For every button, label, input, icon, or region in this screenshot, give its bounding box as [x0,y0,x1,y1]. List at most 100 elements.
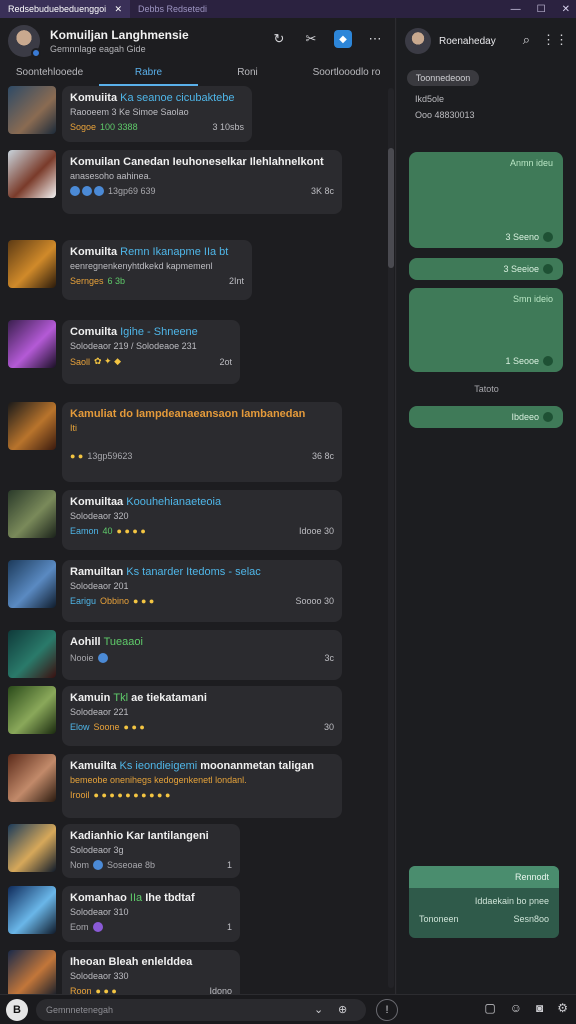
list-item[interactable]: Kamuilta Ks ieondieigemi moonanmetan tal… [8,754,342,818]
search-icon[interactable]: ⌕ [523,32,530,48]
info-icon[interactable]: ! [376,998,398,1021]
item-title-rest: Ihe tbdtaf [145,892,195,904]
left-tabs: Soontehlooede Rabre Roni Soortlooodlo ro [0,64,396,86]
item-meta-right: 2Int [228,276,244,286]
list-item[interactable]: Kamuliat do Iampdeanaeansaon Iambanedan … [8,402,342,482]
message-text: Anmn ideu [509,158,553,168]
message-card[interactable]: Rennodt Iddaekain bo pnee Tononeen Sesn8o… [409,866,559,938]
thumbnail-image [8,150,56,198]
thumbnail-image [8,886,56,934]
item-subtitle: anasesoho aahinea. [70,171,152,181]
chat-name[interactable]: Roenaheday [439,36,496,47]
item-subtitle: Solodeaor 310 [70,907,129,917]
scrollbar[interactable] [388,88,394,988]
sticker-icon[interactable]: ▢ [484,1001,495,1015]
maximize-icon[interactable]: ☐ [537,4,546,15]
item-title: Komuiltaa [70,496,124,508]
item-subtitle: Solodeaor 221 [70,707,129,717]
item-subtitle: Solodeaor 320 [70,511,129,521]
item-title: Ramuiltan [70,566,124,578]
item-title-highlight: Tkl [113,692,129,704]
item-subtitle: Solodeaor 219 / Solodeaoe 231 [70,341,197,351]
list-item[interactable]: Kamuin Tkl ae tiekatamani Solodeaor 221 … [8,686,342,746]
avatar[interactable] [8,25,41,58]
card-header: Rennodt [409,866,559,888]
item-subtitle: Solodeaor 201 [70,581,129,591]
minimize-icon[interactable]: — [511,4,521,15]
item-date: 13gp69 639 [108,186,156,196]
item-meta-right: 3 10sbs [212,122,244,132]
item-subtitle: Nooie [70,653,94,663]
item-title-rest: moonanmetan taligan [200,760,314,772]
page-title: Komuiljan Langhmensie [50,28,189,42]
thumbnail-image [8,490,56,538]
list-item[interactable]: Aohill Tueaaoi Nooie 3c [8,630,342,680]
message-time: 3 Seeno [505,232,539,242]
grid-icon[interactable]: ◆ [334,30,352,48]
list-item[interactable]: Comuilta Igihe - Shneene Solodeaor 219 /… [8,320,240,384]
tab-active[interactable]: Redsebuduebeduenggoi ✕ [0,0,130,18]
list-item[interactable]: Komuiltaa Koouhehianaeteoia Solodeaor 32… [8,490,342,550]
item-title-highlight: Ks tanarder Itedoms - selac [126,566,261,578]
settings-icon[interactable]: ⚙ [557,1001,568,1015]
community-list-panel: Komuiljan Langhmensie Gemnnlage eagah Gi… [0,18,396,994]
message-bubble[interactable]: Ibdeeo [409,406,563,428]
list-item[interactable]: Komanhao IIa Ihe tbdtaf Solodeaor 310 Eo… [8,886,240,942]
left-header: Komuiljan Langhmensie Gemnnlage eagah Gi… [0,18,396,64]
tab-2[interactable]: Roni [198,64,297,86]
item-meta-right: Soooo 30 [295,596,334,606]
feed-list: Komuiita Ka seanoe cicubaktebe Raooeem 3… [0,86,396,994]
list-item[interactable]: Komuilta Remn Ikanapme IIa bt eenregnenk… [8,240,252,300]
mute-icon[interactable]: ✂ [302,30,320,48]
item-meta-orange: Obbino [100,596,130,606]
card-footer-right: Sesn8oo [513,914,549,924]
emoji-icon[interactable]: ☺ [510,1001,522,1015]
chevron-down-icon[interactable]: ⌄ [314,1003,323,1016]
item-subtitle: Iti [70,423,78,433]
message-input-placeholder: Gemnnetenegah [46,1004,114,1015]
status-dot-icon [31,48,41,58]
read-check-icon [543,412,553,422]
close-icon[interactable]: ✕ [562,4,570,15]
list-item[interactable]: Komuilan Canedan Ieuhoneselkar Ilehlahne… [8,150,342,214]
attach-icon[interactable]: ⊕ [338,1003,347,1016]
more-icon[interactable]: ⋯ [366,30,384,48]
tab-inactive[interactable]: Debbs Redsetedi [130,0,215,18]
tab-1[interactable]: Rabre [99,64,198,86]
list-item[interactable]: Iheoan Bleah enlelddea Solodeaor 330 Roo… [8,950,240,994]
item-title-highlight: Igihe - Shneene [120,326,198,338]
tab-0[interactable]: Soontehlooede [0,64,99,86]
item-meta-left: Irooil [70,790,90,800]
refresh-icon[interactable]: ↻ [270,30,288,48]
chat-meta-1: Ikd5ole [415,94,445,104]
page-subtitle: Gemnnlage eagah Gide [50,44,146,54]
tab-3[interactable]: Soortlooodlo ro [297,64,396,86]
list-item[interactable]: Ramuiltan Ks tanarder Itedoms - selac So… [8,560,342,622]
thumbnail-image [8,824,56,872]
thumbnail-image [8,320,56,368]
message-input[interactable]: Gemnnetenegah ⌄ ⊕ [36,998,366,1021]
thumbnail-image [8,686,56,734]
grid-icon[interactable]: ⋮⋮ [542,32,568,48]
item-title: Iheoan Bleah enlelddea [70,956,193,968]
message-bubble[interactable]: Smn ideio 1 Seooe [409,288,563,372]
item-title: Kadianhio Kar Iantilangeni [70,830,209,842]
list-item[interactable]: Kadianhio Kar Iantilangeni Solodeaor 3g … [8,824,240,878]
tab-close-icon[interactable]: ✕ [114,4,122,15]
message-bubble[interactable]: Anmn ideu 3 Seeno [409,152,563,248]
thumbnail-image [8,630,56,678]
item-title-rest: ae tiekatamani [131,692,207,704]
message-bubble[interactable]: 3 Seeioe [409,258,563,280]
item-title-highlight: IIa [129,892,143,904]
tab-inactive-label: Debbs Redsetedi [138,4,208,14]
item-meta-orange: Soone [93,722,120,732]
item-title: Komanhao [70,892,127,904]
item-meta-right: 36 8c [311,451,334,461]
gif-icon[interactable]: ◙ [536,1001,543,1015]
scrollbar-thumb[interactable] [388,148,394,268]
list-item[interactable]: Komuiita Ka seanoe cicubaktebe Raooeem 3… [8,86,252,142]
item-meta-left: Nom [70,860,90,870]
chat-avatar[interactable] [405,28,431,54]
app-logo-icon[interactable]: B [6,998,28,1021]
item-title: Komuilan Canedan Ieuhoneselkar Ilehlahne… [70,156,324,168]
